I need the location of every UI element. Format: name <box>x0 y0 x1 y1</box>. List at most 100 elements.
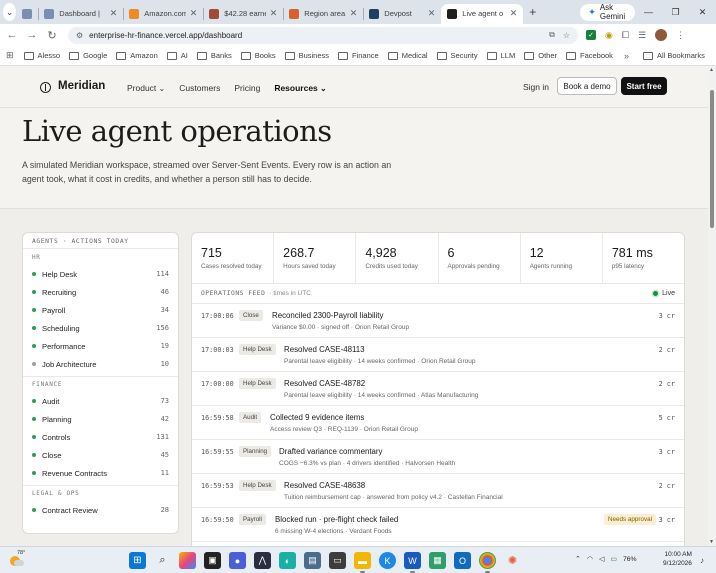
bookmark-folder-item[interactable]: Business <box>284 51 329 60</box>
bookmark-folder-item[interactable]: Security <box>436 51 478 60</box>
page-scrollbar[interactable]: ▲ ▼ <box>708 66 716 546</box>
book-demo-button[interactable]: Book a demo <box>557 77 617 95</box>
k-app-icon[interactable]: K <box>379 552 396 569</box>
sidebar-item-performance[interactable]: Performance 19 <box>23 337 178 355</box>
tab-close-icon[interactable]: ✕ <box>110 8 118 19</box>
close-window-icon[interactable]: ✕ <box>689 7 716 18</box>
more-bookmarks-icon[interactable]: » <box>624 51 629 61</box>
bookmark-folder-item[interactable]: Banks <box>196 51 232 60</box>
nav-item-pricing[interactable]: Pricing <box>234 83 260 93</box>
tab-close-icon[interactable]: ✕ <box>350 8 358 19</box>
claude-icon[interactable]: ✺ <box>504 552 521 569</box>
browser-tab[interactable]: Region area ✕ <box>283 4 363 24</box>
meridian-logo-icon[interactable] <box>40 82 51 93</box>
ai-app-icon[interactable]: ⋀ <box>254 552 271 569</box>
taskbar-clock[interactable]: 10:00 AM 9/12/2026 <box>663 550 692 568</box>
sidebar-item-payroll[interactable]: Payroll 34 <box>23 301 178 319</box>
tab-search-icon[interactable]: ⌄ <box>3 3 17 21</box>
reload-icon[interactable]: ↻ <box>42 29 62 42</box>
minimize-icon[interactable]: — <box>635 7 662 18</box>
browser-tab[interactable]: Devpost ✕ <box>363 4 441 24</box>
restore-icon[interactable]: ❐ <box>662 7 689 18</box>
sidebar-item-help-desk[interactable]: Help Desk 114 <box>23 265 178 283</box>
feed-row[interactable]: 16:59:58 Audit Collected 9 evidence items A… <box>192 406 684 440</box>
sidebar-item-close[interactable]: Close 45 <box>23 446 178 464</box>
browser-tab[interactable]: Dashboard | ✕ <box>38 4 123 24</box>
feed-row[interactable]: 16:59:55 Planning Drafted variance comment… <box>192 440 684 474</box>
scroll-down-icon[interactable]: ▼ <box>709 539 714 545</box>
sidebar-item-revenue-contracts[interactable]: Revenue Contracts 11 <box>23 464 178 482</box>
nav-item-resources[interactable]: Resources ⌄ <box>274 83 326 93</box>
media-controls-icon[interactable]: ☰ <box>638 30 646 41</box>
needs-approval-badge[interactable]: Needs approval <box>603 514 656 525</box>
volume-icon[interactable]: ◁ <box>599 555 604 563</box>
apps-grid-icon[interactable]: ⊞ <box>6 50 14 61</box>
site-info-icon[interactable]: ⚙ <box>76 31 83 40</box>
kebab-menu-icon[interactable]: ⋮ <box>676 30 685 41</box>
outlook-icon[interactable]: O <box>454 552 471 569</box>
brand-name[interactable]: Meridian <box>58 80 105 92</box>
tab-close-icon[interactable]: ✕ <box>428 8 436 19</box>
file-explorer-icon[interactable]: ▬ <box>354 552 371 573</box>
browser-tab[interactable]: Amazon.com ✕ <box>123 4 203 24</box>
feed-row[interactable]: 17:00:03 Help Desk Resolved CASE-48113 Pare… <box>192 338 684 372</box>
bookmark-folder-item[interactable]: Other <box>524 51 557 60</box>
bookmark-star-icon[interactable]: ☆ <box>563 31 570 40</box>
search-icon[interactable]: ⌕ <box>154 552 171 569</box>
back-arrow-icon[interactable]: ← <box>2 29 22 41</box>
profile-avatar[interactable] <box>655 29 668 41</box>
word-icon[interactable]: W <box>404 552 421 573</box>
scroll-up-icon[interactable]: ▲ <box>709 67 714 73</box>
sidebar-item-scheduling[interactable]: Scheduling 156 <box>23 319 178 337</box>
bookmark-folder-item[interactable]: Books <box>240 51 276 60</box>
sign-in-link[interactable]: Sign in <box>523 82 549 92</box>
checkmark-extension-icon[interactable]: ✓ <box>586 30 596 40</box>
chat-app-icon[interactable]: ◐ <box>279 552 296 569</box>
chrome-icon[interactable] <box>479 552 496 573</box>
bookmark-folder-item[interactable]: AI <box>166 51 188 60</box>
windows-start-icon[interactable]: ⊞ <box>129 552 146 569</box>
feed-row[interactable]: 17:00:06 Close Reconciled 2300-Payroll lia… <box>192 304 684 338</box>
feed-row[interactable]: 17:00:00 Help Desk Resolved CASE-48782 Pare… <box>192 372 684 406</box>
sidebar-item-audit[interactable]: Audit 73 <box>23 392 178 410</box>
browser-tab[interactable]: $42.28 earne ✕ <box>203 4 283 24</box>
forward-arrow-icon[interactable]: → <box>22 29 42 41</box>
feed-row[interactable]: 16:59:50 Payroll Blocked run · pre-flight … <box>192 508 684 542</box>
bookmark-folder-item[interactable]: Medical <box>387 51 428 60</box>
wifi-icon[interactable]: ◠ <box>587 555 593 563</box>
tray-chevron-icon[interactable]: ⌃ <box>575 555 581 563</box>
scrollbar-thumb[interactable] <box>710 90 714 228</box>
sidebar-item-controls[interactable]: Controls 131 <box>23 428 178 446</box>
new-tab-button[interactable]: + <box>529 5 536 19</box>
bookmark-folder-item[interactable]: Alesso <box>23 51 60 60</box>
browser-tab[interactable] <box>16 4 38 24</box>
sidebar-item-contract-review[interactable]: Contract Review 28 <box>23 501 178 519</box>
bookmark-folder-item[interactable]: Amazon <box>116 51 158 60</box>
discord-icon[interactable]: ● <box>229 552 246 569</box>
sidebar-item-job-architecture[interactable]: Job Architecture 10 <box>23 355 178 373</box>
battery-icon[interactable]: ▭ <box>610 555 617 563</box>
puzzle-extension-icon[interactable]: ⧠ <box>622 30 629 41</box>
sidebar-item-planning[interactable]: Planning 42 <box>23 410 178 428</box>
keyboard-app-icon[interactable]: ▭ <box>329 552 346 569</box>
nav-item-customers[interactable]: Customers <box>179 83 220 93</box>
browser-tab-active[interactable]: Live agent o ✕ <box>441 3 524 24</box>
sidebar-item-recruiting[interactable]: Recruiting 46 <box>23 283 178 301</box>
all-bookmarks-button[interactable]: All Bookmarks <box>642 51 705 60</box>
nav-item-product[interactable]: Product ⌄ <box>127 83 165 93</box>
bookmark-folder-item[interactable]: Finance <box>338 51 379 60</box>
terminal-icon[interactable]: ▣ <box>204 552 221 569</box>
bookmark-folder-item[interactable]: Google <box>69 51 107 60</box>
copilot-icon[interactable] <box>179 552 196 569</box>
bookmark-folder-item[interactable]: LLM <box>486 51 515 60</box>
install-app-icon[interactable]: ⧉ <box>549 30 555 40</box>
lock-extension-icon[interactable]: ◉ <box>605 30 613 41</box>
address-bar[interactable]: ⚙ enterprise-hr-finance.vercel.app/dashb… <box>68 26 578 44</box>
ask-gemini-button[interactable]: ✦ Ask Gemini <box>580 3 635 21</box>
notes-app-icon[interactable]: ▤ <box>304 552 321 569</box>
notifications-bell-icon[interactable]: ♪ <box>700 556 704 565</box>
tab-close-icon[interactable]: ✕ <box>510 8 518 19</box>
tab-close-icon[interactable]: ✕ <box>190 8 198 19</box>
url-text[interactable]: enterprise-hr-finance.vercel.app/dashboa… <box>89 31 541 40</box>
calculator-icon[interactable]: ▦ <box>429 552 446 569</box>
